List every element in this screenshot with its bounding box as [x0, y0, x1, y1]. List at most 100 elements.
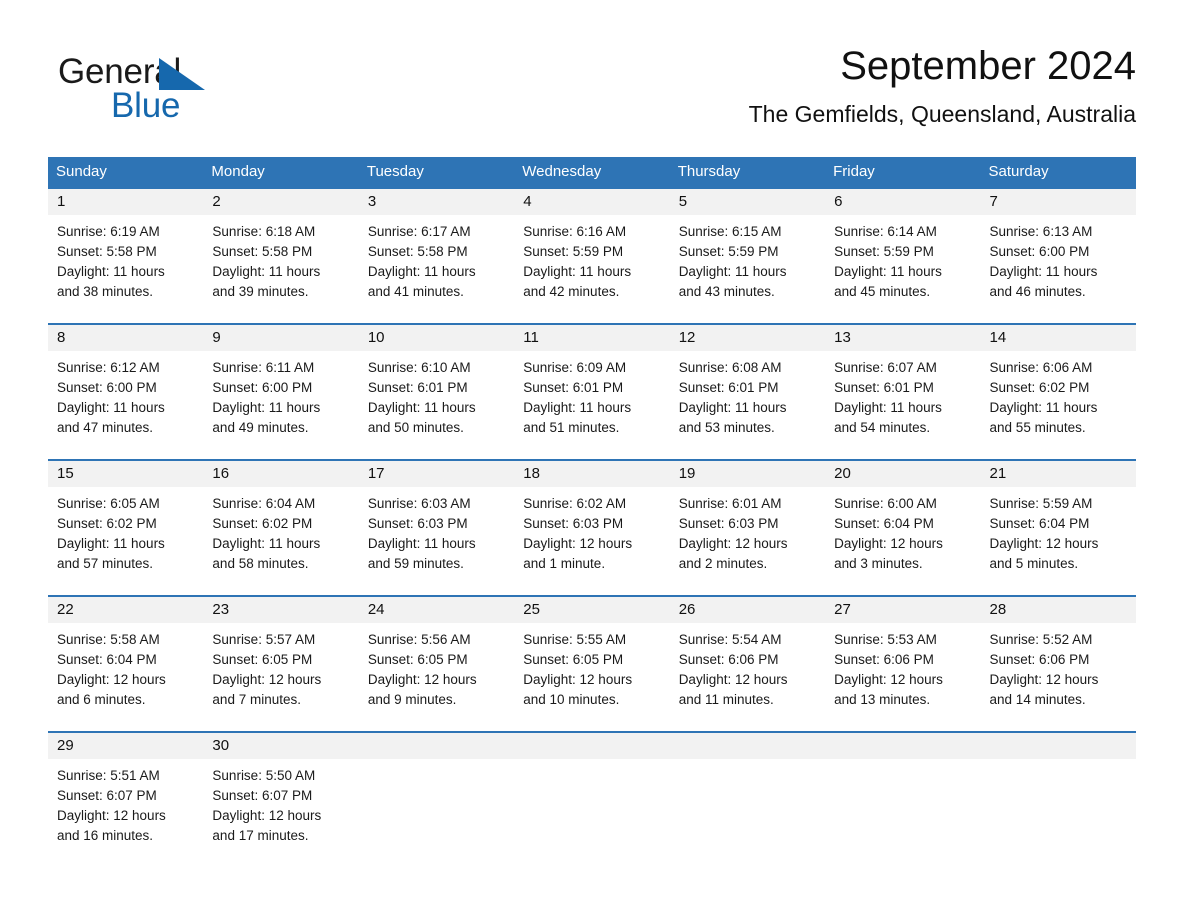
- day-number[interactable]: 16: [203, 461, 358, 487]
- day-cell[interactable]: Sunrise: 6:14 AM Sunset: 5:59 PM Dayligh…: [825, 215, 980, 323]
- day-cell[interactable]: Sunrise: 6:08 AM Sunset: 6:01 PM Dayligh…: [670, 351, 825, 459]
- day-cell[interactable]: Sunrise: 6:03 AM Sunset: 6:03 PM Dayligh…: [359, 487, 514, 595]
- day-number[interactable]: 14: [981, 325, 1136, 351]
- sunrise-text: Sunrise: 6:11 AM: [212, 360, 315, 375]
- day-cell-empty: [981, 759, 1136, 867]
- day-cell[interactable]: Sunrise: 5:57 AM Sunset: 6:05 PM Dayligh…: [203, 623, 358, 731]
- day-cell[interactable]: Sunrise: 6:15 AM Sunset: 5:59 PM Dayligh…: [670, 215, 825, 323]
- day-cell[interactable]: Sunrise: 5:59 AM Sunset: 6:04 PM Dayligh…: [981, 487, 1136, 595]
- day-number[interactable]: 30: [203, 733, 358, 759]
- weekday-header-monday: Monday: [211, 163, 265, 180]
- sunrise-text: Sunrise: 6:06 AM: [989, 360, 1093, 375]
- daylight-text-line1: Daylight: 12 hours: [212, 672, 322, 687]
- daylight-text-line2: and 47 minutes.: [57, 420, 154, 435]
- sunset-text: Sunset: 6:00 PM: [57, 380, 157, 395]
- day-cell[interactable]: Sunrise: 6:16 AM Sunset: 5:59 PM Dayligh…: [514, 215, 669, 323]
- day-number[interactable]: 24: [359, 597, 514, 623]
- daylight-text-line2: and 5 minutes.: [989, 556, 1079, 571]
- day-number[interactable]: 11: [514, 325, 669, 351]
- day-number[interactable]: 4: [514, 189, 669, 215]
- day-cell[interactable]: Sunrise: 5:52 AM Sunset: 6:06 PM Dayligh…: [981, 623, 1136, 731]
- day-number[interactable]: 13: [825, 325, 980, 351]
- day-number-empty: [670, 733, 825, 759]
- daylight-text-line1: Daylight: 12 hours: [834, 672, 943, 687]
- day-number[interactable]: 26: [670, 597, 825, 623]
- day-number[interactable]: 7: [981, 189, 1136, 215]
- generalblue-logo[interactable]: General Blue: [58, 52, 318, 132]
- day-number[interactable]: 5: [670, 189, 825, 215]
- day-number-empty: [359, 733, 514, 759]
- day-cell[interactable]: Sunrise: 6:05 AM Sunset: 6:02 PM Dayligh…: [48, 487, 203, 595]
- day-number[interactable]: 28: [981, 597, 1136, 623]
- title-block: September 2024 The Gemfields, Queensland…: [749, 40, 1136, 130]
- daylight-text-line2: and 14 minutes.: [989, 692, 1086, 707]
- day-cell[interactable]: Sunrise: 6:13 AM Sunset: 6:00 PM Dayligh…: [981, 215, 1136, 323]
- daylight-text-line1: Daylight: 12 hours: [523, 672, 633, 687]
- day-cell[interactable]: Sunrise: 6:02 AM Sunset: 6:03 PM Dayligh…: [514, 487, 669, 595]
- weekday-header-thursday: Thursday: [677, 163, 741, 180]
- day-number[interactable]: 12: [670, 325, 825, 351]
- day-number[interactable]: 2: [203, 189, 358, 215]
- daylight-text-line1: Daylight: 11 hours: [523, 264, 632, 279]
- daylight-text-line2: and 3 minutes.: [834, 556, 923, 571]
- day-number[interactable]: 20: [825, 461, 980, 487]
- day-number[interactable]: 19: [670, 461, 825, 487]
- day-cell[interactable]: Sunrise: 5:51 AM Sunset: 6:07 PM Dayligh…: [48, 759, 203, 867]
- day-number[interactable]: 9: [203, 325, 358, 351]
- day-number[interactable]: 29: [48, 733, 203, 759]
- day-cell[interactable]: Sunrise: 5:50 AM Sunset: 6:07 PM Dayligh…: [203, 759, 358, 867]
- daylight-text-line2: and 2 minutes.: [678, 556, 768, 571]
- sunset-text: Sunset: 6:05 PM: [212, 652, 313, 667]
- weekday-header-wednesday: Wednesday: [522, 163, 602, 180]
- day-number[interactable]: 22: [48, 597, 203, 623]
- day-number[interactable]: 21: [981, 461, 1136, 487]
- calendar-week-row: 15 16 17 18 19 20 21 Sunrise: 6:05 AM Su…: [48, 459, 1136, 595]
- day-cell[interactable]: Sunrise: 6:06 AM Sunset: 6:02 PM Dayligh…: [981, 351, 1136, 459]
- daylight-text-line2: and 43 minutes.: [678, 284, 775, 299]
- day-cell[interactable]: Sunrise: 6:18 AM Sunset: 5:58 PM Dayligh…: [203, 215, 358, 323]
- sunset-text: Sunset: 6:03 PM: [678, 516, 779, 531]
- sunrise-text: Sunrise: 6:00 AM: [834, 496, 937, 511]
- daylight-text-line1: Daylight: 11 hours: [212, 536, 321, 551]
- day-cell[interactable]: Sunrise: 6:10 AM Sunset: 6:01 PM Dayligh…: [359, 351, 514, 459]
- day-number[interactable]: 18: [514, 461, 669, 487]
- day-number[interactable]: 27: [825, 597, 980, 623]
- day-number[interactable]: 8: [48, 325, 203, 351]
- page-subtitle: The Gemfields, Queensland, Australia: [748, 101, 1136, 127]
- day-number[interactable]: 17: [359, 461, 514, 487]
- day-cell[interactable]: Sunrise: 6:00 AM Sunset: 6:04 PM Dayligh…: [825, 487, 980, 595]
- day-number[interactable]: 6: [825, 189, 980, 215]
- day-number[interactable]: 23: [203, 597, 358, 623]
- day-cell[interactable]: Sunrise: 6:12 AM Sunset: 6:00 PM Dayligh…: [48, 351, 203, 459]
- sunset-text: Sunset: 6:01 PM: [678, 380, 779, 395]
- day-number[interactable]: 10: [359, 325, 514, 351]
- day-cell[interactable]: Sunrise: 6:19 AM Sunset: 5:58 PM Dayligh…: [48, 215, 203, 323]
- week-detail-strip: Sunrise: 6:19 AM Sunset: 5:58 PM Dayligh…: [48, 215, 1136, 323]
- day-cell-empty: [825, 759, 980, 867]
- week-detail-strip: Sunrise: 5:58 AM Sunset: 6:04 PM Dayligh…: [48, 623, 1136, 731]
- day-cell[interactable]: Sunrise: 5:53 AM Sunset: 6:06 PM Dayligh…: [825, 623, 980, 731]
- day-number[interactable]: 3: [359, 189, 514, 215]
- day-cell[interactable]: Sunrise: 5:56 AM Sunset: 6:05 PM Dayligh…: [359, 623, 514, 731]
- day-cell[interactable]: Sunrise: 6:07 AM Sunset: 6:01 PM Dayligh…: [825, 351, 980, 459]
- sunset-text: Sunset: 6:06 PM: [678, 652, 779, 667]
- daylight-text-line2: and 57 minutes.: [57, 556, 154, 571]
- day-cell[interactable]: Sunrise: 5:58 AM Sunset: 6:04 PM Dayligh…: [48, 623, 203, 731]
- daylight-text-line2: and 16 minutes.: [57, 828, 154, 843]
- day-number[interactable]: 1: [48, 189, 203, 215]
- day-cell[interactable]: Sunrise: 6:11 AM Sunset: 6:00 PM Dayligh…: [203, 351, 358, 459]
- day-cell[interactable]: Sunrise: 6:01 AM Sunset: 6:03 PM Dayligh…: [670, 487, 825, 595]
- day-cell[interactable]: Sunrise: 6:04 AM Sunset: 6:02 PM Dayligh…: [203, 487, 358, 595]
- daylight-text-line1: Daylight: 11 hours: [523, 400, 632, 415]
- daylight-text-line2: and 9 minutes.: [367, 692, 457, 707]
- day-number[interactable]: 25: [514, 597, 669, 623]
- day-cell[interactable]: Sunrise: 6:09 AM Sunset: 6:01 PM Dayligh…: [514, 351, 669, 459]
- daylight-text-line1: Daylight: 11 hours: [367, 400, 476, 415]
- day-cell[interactable]: Sunrise: 5:55 AM Sunset: 6:05 PM Dayligh…: [514, 623, 669, 731]
- calendar-grid: Sunday Monday Tuesday Wednesday Thursday…: [48, 157, 1136, 867]
- day-cell[interactable]: Sunrise: 6:17 AM Sunset: 5:58 PM Dayligh…: [359, 215, 514, 323]
- sunset-text: Sunset: 6:04 PM: [989, 516, 1090, 531]
- weekday-header-sunday: Sunday: [56, 163, 107, 180]
- day-cell[interactable]: Sunrise: 5:54 AM Sunset: 6:06 PM Dayligh…: [670, 623, 825, 731]
- day-number[interactable]: 15: [48, 461, 203, 487]
